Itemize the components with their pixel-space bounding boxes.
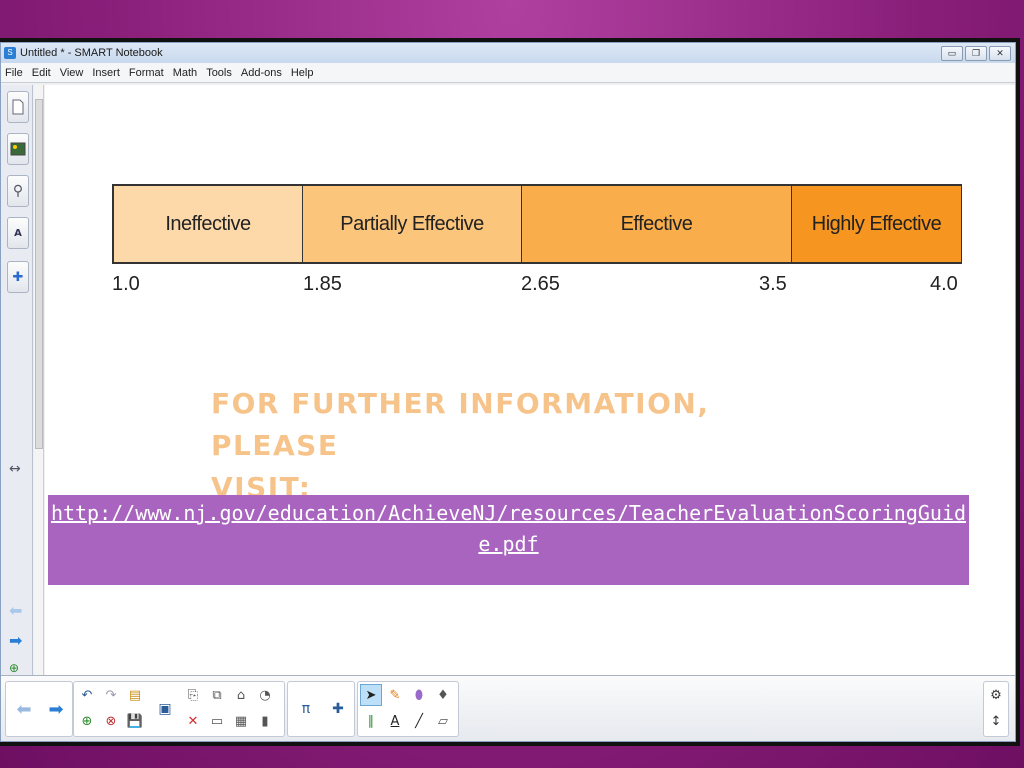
page-icon xyxy=(12,99,24,115)
tick-label: 3.5 xyxy=(759,273,787,295)
paste-button[interactable]: ⎘ xyxy=(182,684,204,706)
page-tools-group: ↶ ↷ ▤ ⊕ ⊗ 💾 ▣ ⎘ ⧉ ⌂ ◔ ✕ ▭ ▦ ▮ xyxy=(73,681,285,737)
app-window: S Untitled * - SMART Notebook ▭ ❐ ✕ File… xyxy=(0,42,1016,742)
smart-notebook-icon: S xyxy=(4,47,16,59)
segment-ineffective: Ineffective xyxy=(114,186,303,262)
properties-tab[interactable]: A xyxy=(7,217,29,249)
math-addons-group: π ✚ xyxy=(287,681,355,737)
gear-icon[interactable]: ⚙ xyxy=(985,684,1007,706)
window-controls: ▭ ❐ ✕ xyxy=(941,45,1015,61)
move-toolbar-icon[interactable]: ↕ xyxy=(985,710,1007,732)
close-button[interactable]: ✕ xyxy=(989,45,1011,61)
screen-capture-button[interactable]: ⧉ xyxy=(206,684,228,706)
add-ons-button[interactable]: ✚ xyxy=(323,684,353,734)
undo-button[interactable]: ↶ xyxy=(76,684,98,706)
redo-button[interactable]: ↷ xyxy=(100,684,122,706)
menu-file[interactable]: File xyxy=(5,67,23,79)
properties-icon: A xyxy=(14,227,22,239)
paperclip-icon: ⚲ xyxy=(12,183,24,199)
attachments-tab[interactable]: ⚲ xyxy=(7,175,29,207)
open-folder-button[interactable]: ▤ xyxy=(124,684,146,706)
pen-tool-button[interactable]: ✎ xyxy=(384,684,406,706)
heading-line-1: FOR FURTHER INFORMATION, PLEASE xyxy=(211,387,710,462)
add-page-button[interactable]: ⊕ xyxy=(76,710,98,732)
response-button[interactable]: ▮ xyxy=(254,710,276,732)
add-page-icon[interactable]: ⊕ xyxy=(9,661,19,675)
creative-pen-button[interactable]: ∥ xyxy=(360,710,382,732)
screen-shade-button[interactable]: ▣ xyxy=(150,684,180,734)
info-heading: FOR FURTHER INFORMATION, PLEASE VISIT: xyxy=(211,383,831,509)
gallery-tab[interactable] xyxy=(7,133,29,165)
vertical-scrollbar[interactable] xyxy=(34,85,44,675)
tick-label: 1.85 xyxy=(303,273,342,295)
full-screen-button[interactable]: ▭ xyxy=(206,710,228,732)
segment-partially-effective: Partially Effective xyxy=(303,186,522,262)
tick-label: 4.0 xyxy=(930,273,958,295)
resize-arrows-icon[interactable]: ↔ xyxy=(9,461,21,477)
segment-effective: Effective xyxy=(522,186,792,262)
menu-insert[interactable]: Insert xyxy=(92,67,120,79)
delete-button[interactable]: ✕ xyxy=(182,710,204,732)
previous-page-icon[interactable]: ⬅ xyxy=(9,601,22,620)
title-bar: S Untitled * - SMART Notebook ▭ ❐ ✕ xyxy=(1,43,1015,63)
menu-view[interactable]: View xyxy=(60,67,84,79)
tick-label: 2.65 xyxy=(521,273,560,295)
menu-tools[interactable]: Tools xyxy=(206,67,232,79)
link-box: http://www.nj.gov/education/AchieveNJ/re… xyxy=(48,495,969,585)
line-tool-button[interactable]: ╱ xyxy=(408,710,430,732)
math-tools-button[interactable]: π xyxy=(291,684,321,734)
restore-button[interactable]: ❐ xyxy=(965,45,987,61)
gallery-icon xyxy=(10,142,26,156)
next-page-button[interactable]: ➡ xyxy=(41,684,71,734)
rating-scale: Ineffective Partially Effective Effectiv… xyxy=(112,184,962,264)
text-tool-button[interactable]: A xyxy=(384,710,406,732)
page-canvas[interactable]: Ineffective Partially Effective Effectiv… xyxy=(45,85,1015,675)
drawing-tools-group: ➤ ✎ ⬮ ♦ ∥ A ╱ ▱ xyxy=(357,681,459,737)
menu-bar: File Edit View Insert Format Math Tools … xyxy=(1,63,1015,83)
menu-help[interactable]: Help xyxy=(291,67,314,79)
toolbar-settings-group: ⚙ ↕ xyxy=(983,681,1009,737)
tools-button[interactable]: ◔ xyxy=(254,684,276,706)
previous-page-button[interactable]: ⬅ xyxy=(9,684,39,734)
navigation-group: ⬅ ➡ xyxy=(5,681,73,737)
delete-page-button[interactable]: ⊗ xyxy=(100,710,122,732)
shape-tool-button[interactable]: ▱ xyxy=(432,710,454,732)
menu-format[interactable]: Format xyxy=(129,67,164,79)
tick-label: 1.0 xyxy=(112,273,140,295)
side-tabs: ⚲ A ✚ ↔ ⬅ ➡ ⊕ xyxy=(1,85,33,675)
menu-add-ons[interactable]: Add-ons xyxy=(241,67,282,79)
puzzle-icon: ✚ xyxy=(12,269,24,285)
window-title: Untitled * - SMART Notebook xyxy=(20,47,163,59)
scrollbar-thumb[interactable] xyxy=(35,99,43,449)
menu-math[interactable]: Math xyxy=(173,67,197,79)
add-ons-tab[interactable]: ✚ xyxy=(7,261,29,293)
page-sorter-tab[interactable] xyxy=(7,91,29,123)
table-button[interactable]: ▦ xyxy=(230,710,252,732)
next-page-icon[interactable]: ➡ xyxy=(9,631,22,650)
fill-tool-button[interactable]: ♦ xyxy=(432,684,454,706)
bottom-toolbar: ⬅ ➡ ↶ ↷ ▤ ⊕ ⊗ 💾 ▣ ⎘ ⧉ ⌂ ◔ ✕ ▭ ▦ ▮ π ✚ ➤ … xyxy=(1,675,1015,741)
menu-edit[interactable]: Edit xyxy=(32,67,51,79)
eraser-tool-button[interactable]: ⬮ xyxy=(408,684,430,706)
segment-highly-effective: Highly Effective xyxy=(792,186,962,262)
minimize-button[interactable]: ▭ xyxy=(941,45,963,61)
document-camera-button[interactable]: ⌂ xyxy=(230,684,252,706)
resource-link[interactable]: http://www.nj.gov/education/AchieveNJ/re… xyxy=(51,501,966,556)
save-button[interactable]: 💾 xyxy=(124,710,146,732)
select-tool-button[interactable]: ➤ xyxy=(360,684,382,706)
